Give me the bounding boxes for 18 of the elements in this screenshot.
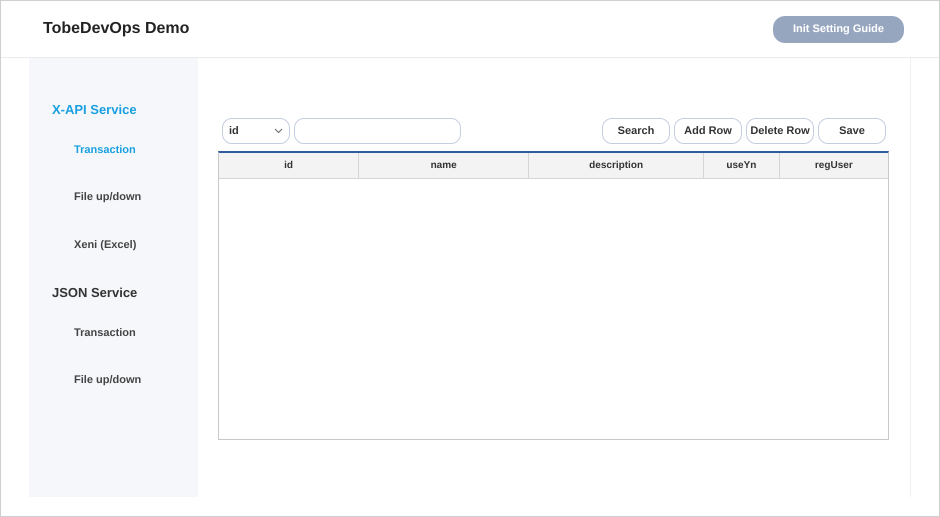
column-header[interactable]: regUser bbox=[780, 153, 888, 178]
toolbar-button[interactable]: Add Row bbox=[674, 118, 742, 144]
search-input[interactable] bbox=[294, 118, 461, 144]
column-header[interactable]: useYn bbox=[704, 153, 780, 178]
chevron-down-icon bbox=[274, 128, 283, 134]
app-title: TobeDevOps Demo bbox=[43, 19, 190, 39]
sidebar-item[interactable]: Transaction bbox=[74, 324, 198, 341]
toolbar-button[interactable]: Save bbox=[818, 118, 886, 144]
sidebar-section-title[interactable]: JSON Service bbox=[52, 283, 198, 302]
sidebar-item[interactable]: Xeni (Excel) bbox=[74, 236, 198, 253]
toolbar-button[interactable]: Search bbox=[602, 118, 670, 144]
sidebar-item[interactable]: File up/down bbox=[74, 372, 198, 388]
field-select[interactable]: id bbox=[222, 118, 290, 144]
toolbar-button[interactable]: Delete Row bbox=[746, 118, 814, 144]
sidebar-item[interactable]: File up/down bbox=[74, 189, 198, 206]
column-header[interactable]: id bbox=[219, 153, 360, 178]
column-header[interactable]: name bbox=[359, 153, 530, 178]
column-header[interactable]: description bbox=[529, 153, 704, 178]
